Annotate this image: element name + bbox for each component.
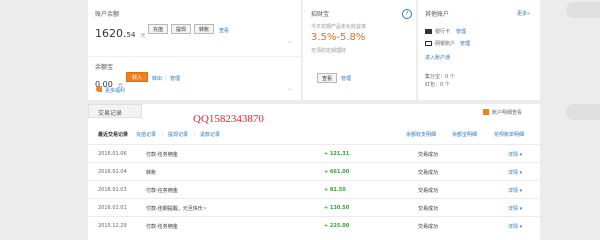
filter-sep-2: |	[194, 131, 196, 137]
housing-fund-link[interactable]: 进入账户通	[425, 54, 450, 61]
account-balance: 1620.54 元	[95, 22, 146, 41]
row-status: 交易成功	[418, 188, 439, 194]
zhaocaibao-rate: 3.5%-5.8%	[311, 32, 366, 43]
transfer-button[interactable]: 转账	[194, 24, 214, 34]
balance-detail-link[interactable]: 余额收支明细	[406, 131, 436, 138]
row-date: 2015.12.29	[98, 223, 127, 229]
balance-unit: 元	[140, 33, 146, 39]
online-bank-manage-link[interactable]: 管理	[460, 40, 470, 47]
yuebao-manage-link[interactable]: 管理	[170, 75, 180, 82]
separator: |	[165, 75, 167, 81]
row-detail-link[interactable]: 详情 ▾	[508, 187, 522, 194]
yuebao-detail-link[interactable]: 余额宝明细	[452, 131, 477, 138]
side-tab-top[interactable]	[566, 2, 600, 18]
row-desc: 付款-任务佣金	[146, 224, 178, 230]
red-packet-text: 红包：0 个	[425, 82, 450, 88]
divider	[88, 56, 301, 57]
rocket-icon	[96, 86, 102, 92]
return-arrow-icon: ↩	[288, 87, 293, 93]
other-accounts-title: 其他账户	[425, 11, 450, 18]
zhaocaibao-sub: 无须的定期理财	[311, 48, 347, 54]
transfer-in-button[interactable]: 转入	[126, 72, 148, 82]
row-status: 交易成功	[418, 224, 439, 230]
filter-sep-1: |	[162, 131, 164, 137]
withdraw-button[interactable]: 提现	[171, 24, 191, 34]
row-detail-link[interactable]: 详情 ▾	[508, 169, 522, 176]
row-status: 交易成功	[418, 206, 439, 212]
bank-card-label: 银行卡	[435, 29, 451, 35]
table-row[interactable]: 2016.01.03 付款-任务佣金 + 81.50 交易成功 详情 ▾	[88, 180, 540, 199]
recharge-button[interactable]: 充值	[148, 24, 168, 34]
yuebao-title: 余额宝	[95, 64, 114, 71]
side-tab-middle[interactable]	[566, 104, 600, 120]
row-amount: + 661.00	[324, 169, 350, 175]
watermark-text: QQ1582343870	[193, 113, 264, 125]
zhaocaibao-panel: 招财宝 ? 今日定期产品年化收益率 3.5%-5.8% 无须的定期理财 查看 管…	[303, 0, 416, 100]
transfer-out-link[interactable]: 转出	[152, 75, 162, 82]
points-text: 集分宝：0 个	[425, 74, 455, 80]
balance-dec: 54	[126, 31, 136, 39]
table-row[interactable]: 2015.12.29 付款-任务佣金 + 225.00 交易成功 详情 ▾	[88, 216, 540, 235]
row-amount: + 130.50	[324, 205, 350, 211]
zhaocaibao-desc: 今日定期产品年化收益率	[311, 24, 367, 30]
filter-recharge[interactable]: 充值记录	[136, 131, 156, 138]
row-desc: 付款-任务佣金	[146, 188, 178, 194]
transactions-title: 交易记录	[98, 110, 123, 117]
online-bank-label: 网银账户	[435, 41, 456, 47]
row-date: 2016.01.01	[98, 205, 127, 211]
row-detail-link[interactable]: 详情 ▾	[508, 151, 522, 158]
row-status: 交易成功	[418, 170, 439, 176]
zhaocaibao-title: 招财宝	[311, 11, 330, 18]
row-detail-link[interactable]: 详情 ▾	[508, 223, 522, 230]
table-row[interactable]: 2016.01.06 付款-任务佣金 + 121.31 交易成功 详情 ▾	[88, 144, 540, 163]
scan-icon	[483, 109, 489, 115]
table-row[interactable]: 2016.01.04 转账 + 661.00 交易成功 详情 ▾	[88, 162, 540, 181]
zhaocaibao-manage-link[interactable]: 管理	[341, 75, 351, 82]
account-panel: 账户余额 1620.54 元 充值 提现 转账 查看 ↩ 余额宝 0.00 元 …	[88, 0, 301, 100]
row-date: 2016.01.06	[98, 151, 127, 157]
return-arrow-icon: ↩	[288, 40, 293, 46]
row-detail-link[interactable]: 详情 ▾	[508, 205, 522, 212]
filter-recent[interactable]: 最近交易记录	[98, 131, 128, 138]
bank-card-icon	[425, 29, 432, 34]
row-desc: 转账	[146, 170, 157, 176]
online-bank-icon	[425, 41, 432, 46]
table-row[interactable]: 2016.01.01 付款-佳期提醒，元旦快乐~ + 130.50 交易成功 详…	[88, 198, 540, 217]
filter-withdraw[interactable]: 提现记录	[168, 131, 188, 138]
other-accounts-panel: 其他账户 更多» 银行卡 管理 网银账户 管理 进入账户通 集分宝：0 个 红包…	[418, 0, 540, 100]
row-desc: 付款-佳期提醒，元旦快乐~	[146, 206, 207, 212]
huabei-detail-link[interactable]: 花呗账单明细	[494, 131, 524, 138]
help-icon[interactable]: ?	[402, 9, 412, 19]
filter-refund[interactable]: 退款记录	[200, 131, 220, 138]
zhaocaibao-view-button[interactable]: 查看	[317, 73, 337, 83]
more-link[interactable]: 更多»	[517, 10, 530, 17]
account-title: 账户余额	[95, 11, 120, 18]
bank-card-manage-link[interactable]: 管理	[456, 28, 466, 35]
more-rewards-link[interactable]: 更多福利	[105, 87, 125, 94]
view-link[interactable]: 查看	[219, 27, 229, 34]
row-amount: + 225.00	[324, 223, 350, 229]
balance-int: 1620.	[95, 27, 127, 40]
row-date: 2016.01.03	[98, 187, 127, 193]
row-amount: + 121.31	[324, 151, 350, 157]
account-details-link[interactable]: 账户明细查看	[492, 109, 522, 116]
row-amount: + 81.50	[324, 187, 346, 193]
row-status: 交易成功	[418, 152, 439, 158]
row-desc: 付款-任务佣金	[146, 152, 178, 158]
row-date: 2016.01.04	[98, 169, 127, 175]
